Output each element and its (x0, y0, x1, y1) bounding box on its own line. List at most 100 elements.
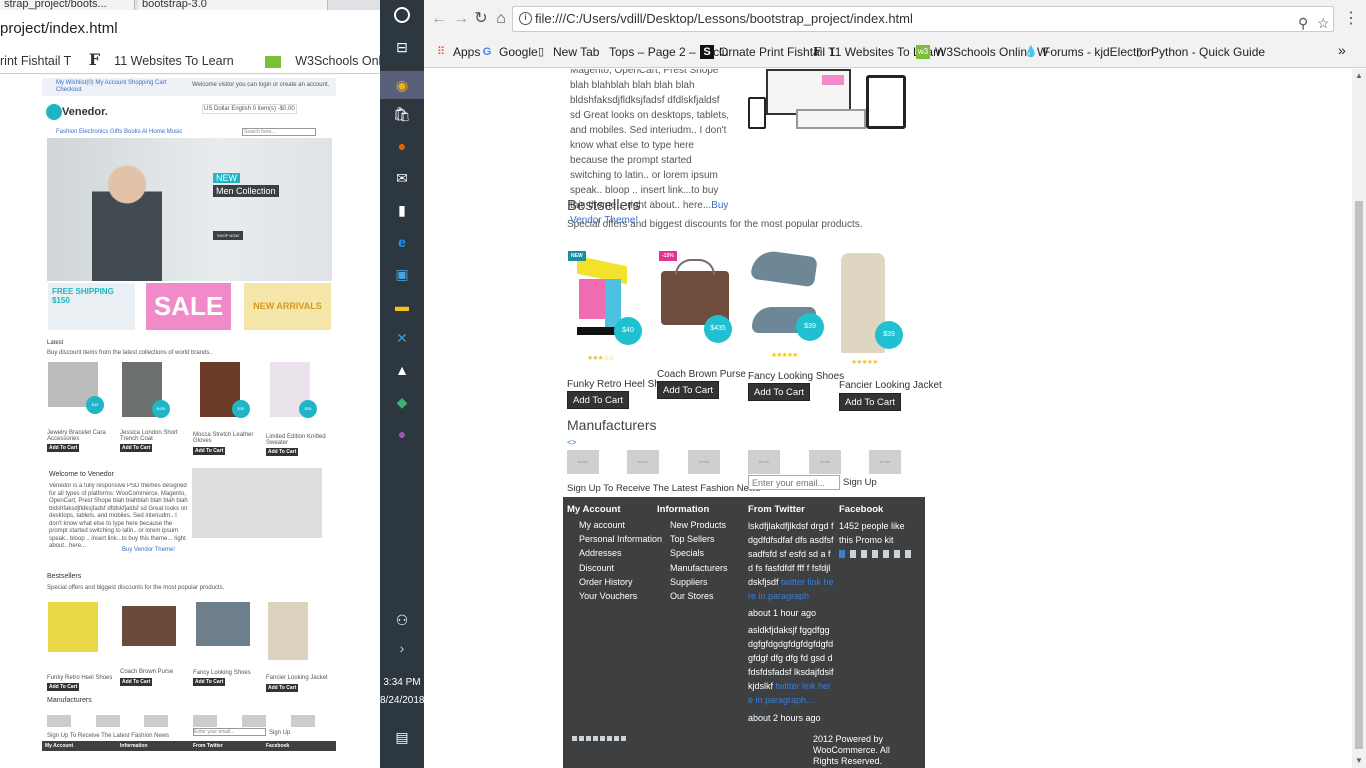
footer-link[interactable]: Order History (579, 577, 633, 587)
bookmark-google[interactable]: G Google (480, 45, 538, 59)
bookmark-newtab[interactable]: ▯ New Tab (534, 45, 600, 59)
product-name[interactable]: Fancier Looking Jacket (839, 380, 942, 391)
mini-add-to-cart[interactable]: Add To Cart (47, 683, 80, 691)
footer-link[interactable]: Addresses (579, 548, 622, 558)
chrome-icon[interactable]: ◉ (380, 71, 424, 99)
left-bookmark-3[interactable]: W3Schools Online W (265, 47, 380, 73)
forward-icon[interactable]: → (452, 9, 470, 29)
mini-currency[interactable]: US Dollar English 0 item(s) -$0.00 (202, 104, 297, 114)
mini-search[interactable]: Search here... (242, 128, 316, 136)
facebook-pagination[interactable] (839, 550, 916, 560)
footer-link[interactable]: Our Stores (670, 591, 714, 601)
left-tab-1[interactable]: strap_project/boots... (0, 0, 135, 10)
mini-best-name[interactable]: Fancier Looking Jacket (266, 675, 328, 681)
scroll-thumb[interactable] (1355, 201, 1363, 749)
mini-signup-button[interactable]: Sign Up (269, 730, 290, 736)
footer-link[interactable]: Your Vouchers (579, 591, 637, 601)
mini-welcome-link[interactable]: Buy Vendor Theme! (122, 547, 175, 553)
pagination-dot[interactable] (872, 550, 878, 558)
mini-best-image[interactable] (196, 602, 250, 646)
mini-best-name[interactable]: Fancy Looking Shoes (193, 670, 251, 676)
mini-best-image[interactable] (48, 602, 98, 652)
mini-product-name[interactable]: Jewelry Bracelet Cara Accessories (47, 430, 112, 442)
left-bookmark-1[interactable]: rint Fishtail T (0, 47, 71, 73)
mini-add-to-cart[interactable]: Add To Cart (266, 684, 299, 692)
hero-shop-button[interactable]: SHOP NOW (213, 231, 244, 240)
manufacturer-logo[interactable]: brnds (869, 450, 901, 474)
mini-product-name[interactable]: Limited Edition Knitted Sweater (266, 434, 331, 446)
location-icon[interactable]: ● (392, 424, 412, 444)
manufacturer-logo[interactable]: brnds (688, 450, 720, 474)
left-bookmark-2[interactable]: F 11 Websites To Learn (89, 46, 248, 73)
photos-icon[interactable]: ▲ (392, 360, 412, 380)
zoom-icon[interactable]: ⚲ (1298, 11, 1308, 35)
bookmarks-more[interactable]: » (1338, 42, 1346, 58)
app-icon[interactable]: ◆ (392, 392, 412, 412)
manufacturer-logo[interactable]: brnds (627, 450, 659, 474)
footer-link[interactable]: Manufacturers (670, 563, 728, 573)
mini-manufacturer-logo[interactable] (242, 715, 266, 727)
pagination-dot[interactable] (839, 550, 845, 558)
email-input[interactable] (748, 475, 840, 490)
mini-banner-shipping[interactable]: FREE SHIPPING $150 (48, 283, 135, 330)
pagination-dot[interactable] (894, 550, 900, 558)
footer-link[interactable]: My account (579, 520, 625, 530)
mini-best-image[interactable] (268, 602, 308, 660)
add-to-cart-button[interactable]: Add To Cart (657, 381, 719, 399)
carousel-arrows[interactable]: <> (567, 438, 576, 447)
mini-add-to-cart[interactable]: Add To Cart (47, 444, 80, 452)
mini-manufacturer-logo[interactable] (144, 715, 168, 727)
scroll-up-icon[interactable]: ▲ (1352, 69, 1366, 83)
mini-manufacturer-logo[interactable] (47, 715, 71, 727)
mini-top-links[interactable]: My Wishlist(0) My Account Shopping Cart … (56, 80, 186, 94)
left-url[interactable]: project/index.html (0, 14, 380, 44)
mini-add-to-cart[interactable]: Add To Cart (120, 444, 153, 452)
vscode-icon[interactable]: ✕ (392, 328, 412, 348)
mail-icon[interactable]: ✉ (392, 168, 412, 188)
mini-banner-arrivals[interactable]: NEW ARRIVALS (244, 283, 331, 330)
mini-manufacturer-logo[interactable] (291, 715, 315, 727)
product-name[interactable]: Fancy Looking Shoes (748, 371, 844, 382)
mini-product-name[interactable]: Jessica London Short Trench Coat (120, 430, 185, 442)
store-icon[interactable]: 🛍 (392, 104, 412, 124)
pagination-dot[interactable] (861, 550, 867, 558)
folder-icon[interactable]: ▬ (392, 296, 412, 316)
info-icon[interactable]: i (519, 12, 532, 25)
pagination-dot[interactable] (850, 550, 856, 558)
menu-icon[interactable]: ⋮ (1342, 9, 1360, 29)
manufacturer-logo[interactable]: brnds (809, 450, 841, 474)
footer-link[interactable]: Specials (670, 548, 704, 558)
reload-icon[interactable]: ↻ (472, 9, 490, 29)
mini-best-name[interactable]: Funky Retro Heel Shoes (47, 675, 112, 681)
document-icon[interactable]: ▮ (392, 200, 412, 220)
mini-add-to-cart[interactable]: Add To Cart (193, 678, 226, 686)
footer-link[interactable]: Top Sellers (670, 534, 715, 544)
mini-add-to-cart[interactable]: Add To Cart (266, 448, 299, 456)
edge-icon[interactable]: e (392, 232, 412, 252)
manufacturer-logo[interactable]: brnds (748, 450, 780, 474)
footer-link[interactable]: Personal Information (579, 534, 662, 544)
mini-best-name[interactable]: Coach Brown Purse (120, 669, 173, 675)
mini-add-to-cart[interactable]: Add To Cart (120, 678, 153, 686)
left-tab-2[interactable]: bootstrap-3.0 (138, 0, 328, 10)
mini-add-to-cart[interactable]: Add To Cart (193, 447, 226, 455)
pagination-dot[interactable] (905, 550, 911, 558)
add-to-cart-button[interactable]: Add To Cart (839, 393, 901, 411)
task-view-icon[interactable]: ⊟ (392, 37, 412, 57)
signup-button[interactable]: Sign Up (840, 475, 880, 490)
mini-manufacturer-logo[interactable] (96, 715, 120, 727)
mini-banner-sale[interactable]: SALE (146, 283, 231, 330)
product-name[interactable]: Coach Brown Purse (657, 369, 746, 380)
scroll-down-icon[interactable]: ▼ (1352, 754, 1366, 768)
address-bar[interactable]: i file:///C:/Users/vdill/Desktop/Lessons… (512, 6, 1334, 32)
mini-hero-banner[interactable]: NEW Men Collection SHOP NOW (47, 138, 332, 281)
pagination-dot[interactable] (883, 550, 889, 558)
clock-time[interactable]: 3:34 PM (380, 676, 424, 690)
star-icon[interactable]: ☆ (1317, 11, 1330, 35)
notifications-icon[interactable]: ▤ (392, 727, 412, 747)
phone-icon[interactable]: ▣ (392, 264, 412, 284)
mini-manufacturer-logo[interactable] (193, 715, 217, 727)
footer-link[interactable]: Discount (579, 563, 614, 573)
mini-product-name[interactable]: Mocca Stretch Leather Gloves (193, 432, 258, 444)
footer-link[interactable]: Suppliers (670, 577, 708, 587)
